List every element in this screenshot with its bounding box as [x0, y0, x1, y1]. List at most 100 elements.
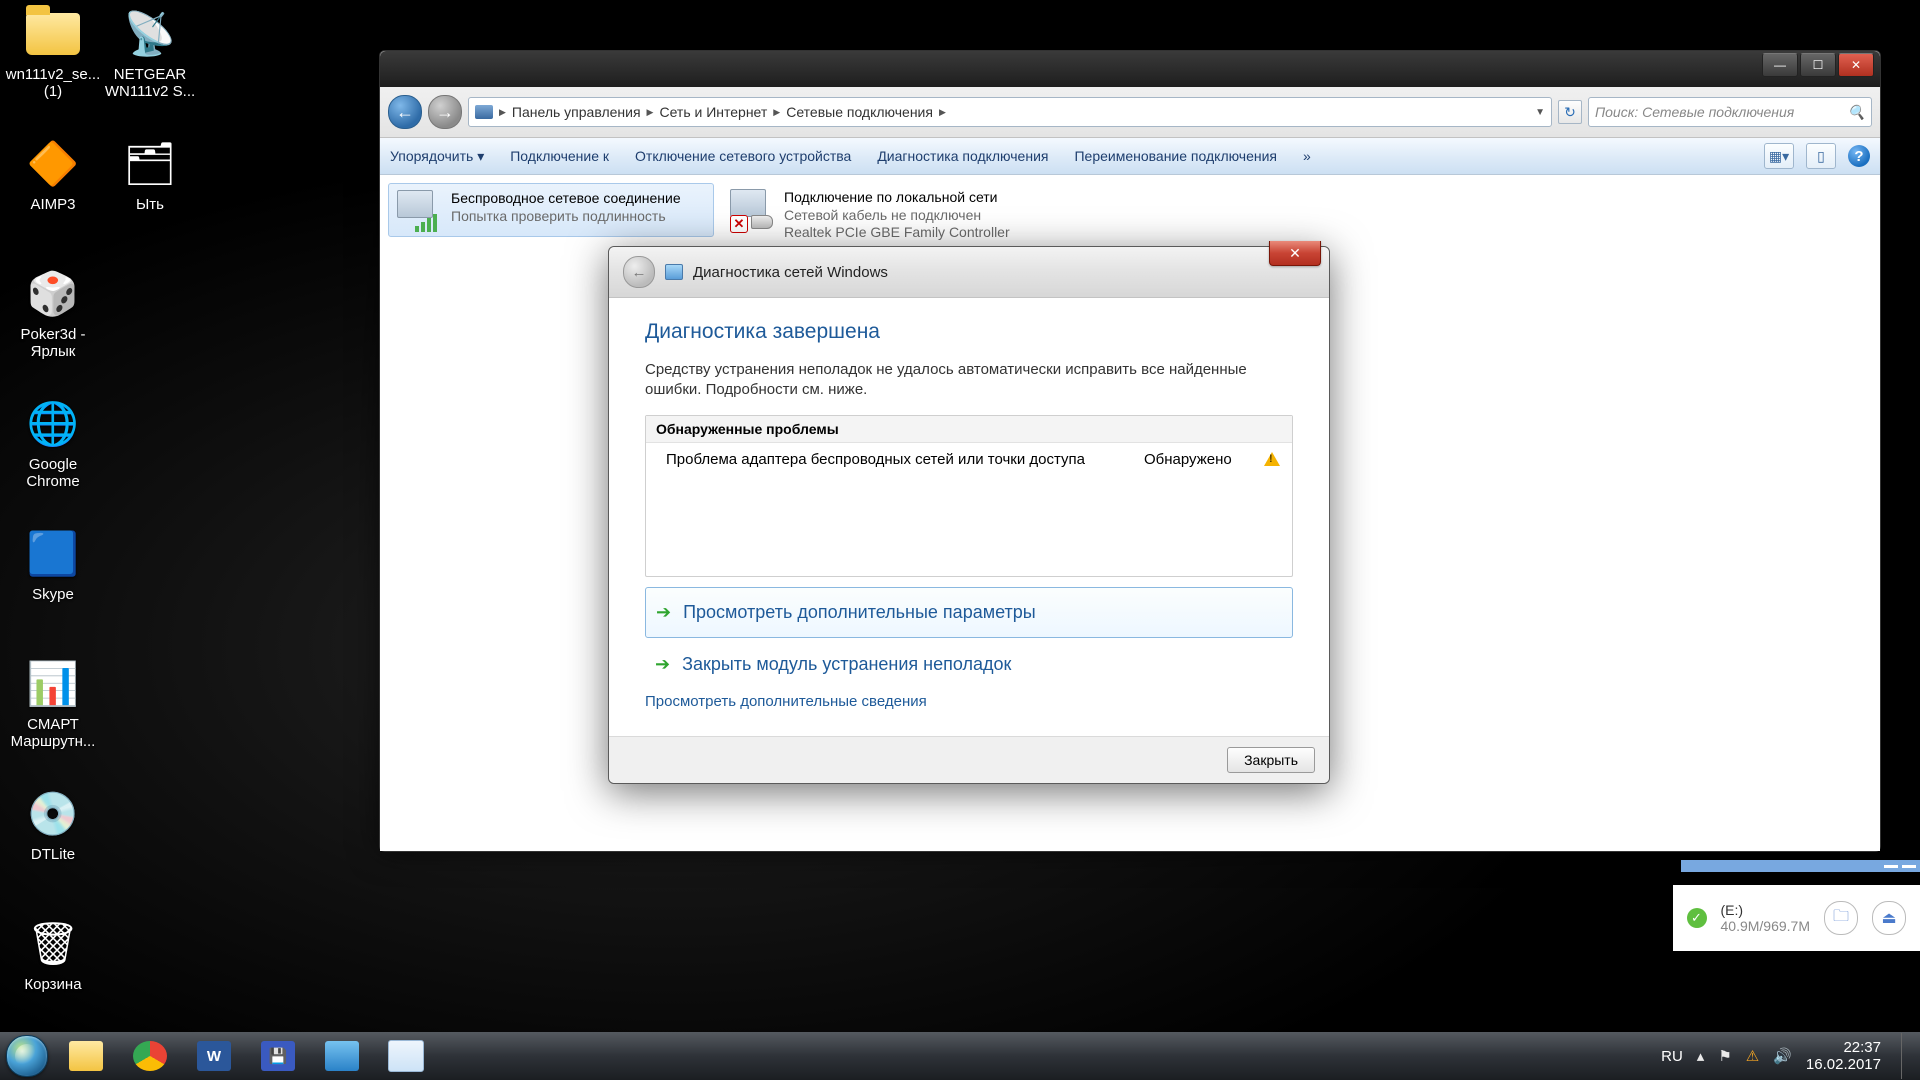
- chevron-right-icon[interactable]: ▶: [645, 107, 656, 118]
- desktop-icon[interactable]: 🔶 AIMP3: [5, 136, 101, 213]
- desktop-icon[interactable]: 🗑Корзина: [5, 916, 101, 993]
- taskbar-network-connections[interactable]: [374, 1032, 438, 1080]
- breadcrumb-item[interactable]: Панель управления: [512, 104, 641, 120]
- problem-text: Проблема адаптера беспроводных сетей или…: [666, 451, 1124, 468]
- eject-button[interactable]: ⏏: [1872, 901, 1906, 935]
- system-tray: RU ▴ ⚑ ⚠ 🔊 22:37 16.02.2017: [1661, 1033, 1920, 1079]
- network-icon[interactable]: ⚠: [1746, 1047, 1759, 1065]
- flag-icon[interactable]: ⚑: [1718, 1047, 1731, 1065]
- dialog-footer: Закрыть: [609, 736, 1329, 783]
- language-indicator[interactable]: RU: [1661, 1048, 1683, 1065]
- chevron-right-icon[interactable]: ▶: [497, 107, 508, 118]
- desktop-icon-label: DTLite: [5, 846, 101, 863]
- wifi-adapter-icon: [397, 190, 441, 230]
- desktop-icon[interactable]: 📊СМАРТ Маршрутн...: [5, 656, 101, 751]
- download-widget-titlebar[interactable]: [1681, 860, 1920, 872]
- help-button[interactable]: ?: [1848, 145, 1870, 167]
- tray-overflow-icon[interactable]: ▴: [1697, 1047, 1705, 1065]
- chevron-right-icon[interactable]: ▶: [771, 107, 782, 118]
- close-button[interactable]: ✕: [1838, 53, 1874, 77]
- refresh-button[interactable]: ↻: [1558, 100, 1582, 124]
- close-button[interactable]: Закрыть: [1227, 747, 1315, 773]
- desktop-icon[interactable]: 🌐Google Chrome: [5, 396, 101, 491]
- view-mode-button[interactable]: ▦▾: [1764, 143, 1794, 169]
- view-more-options-link[interactable]: ➔ Просмотреть дополнительные параметры: [645, 587, 1293, 638]
- minimize-button[interactable]: —: [1762, 53, 1798, 77]
- address-dropdown-icon[interactable]: ▼: [1535, 107, 1545, 118]
- network-adapter-item[interactable]: ✕Подключение по локальной сетиСетевой ка…: [722, 183, 1046, 248]
- app-icon: 🟦: [25, 526, 81, 582]
- disable-device-button[interactable]: Отключение сетевого устройства: [635, 148, 851, 164]
- warning-icon: [1264, 452, 1280, 466]
- volume-icon[interactable]: 🔊: [1773, 1047, 1792, 1065]
- desktop-icon[interactable]: wn111v2_se... (1): [5, 6, 101, 101]
- dialog-heading: Диагностика завершена: [645, 320, 1293, 344]
- adapter-driver: Realtek PCIe GBE Family Controller: [784, 224, 1010, 242]
- taskbar-app[interactable]: [310, 1032, 374, 1080]
- desktop-icon[interactable]: 🗂Ыть: [102, 136, 198, 213]
- taskbar-save[interactable]: 💾: [246, 1032, 310, 1080]
- taskbar-explorer[interactable]: [54, 1032, 118, 1080]
- download-progress: 40.9M/969.7M: [1721, 918, 1811, 934]
- app-icon: 🔶: [25, 136, 81, 192]
- desktop-icon[interactable]: 💿 DTLite: [5, 786, 101, 863]
- diagnostics-dialog: ← Диагностика сетей Windows ✕ Диагностик…: [608, 246, 1330, 784]
- desktop-icon-label: Poker3d - Ярлык: [5, 326, 101, 361]
- rename-button[interactable]: Переименование подключения: [1074, 148, 1277, 164]
- problem-row[interactable]: Проблема адаптера беспроводных сетей или…: [646, 443, 1292, 476]
- arrow-right-icon: ➔: [655, 654, 670, 675]
- diskette-icon: 💾: [261, 1041, 295, 1071]
- taskbar: W 💾 RU ▴ ⚑ ⚠ 🔊 22:37 16.02.2017: [0, 1032, 1920, 1080]
- problems-header: Обнаруженные проблемы: [646, 416, 1292, 443]
- toolbar-overflow-button[interactable]: »: [1303, 148, 1311, 164]
- view-details-link[interactable]: Просмотреть дополнительные сведения: [645, 689, 1293, 728]
- problems-box: Обнаруженные проблемы Проблема адаптера …: [645, 415, 1293, 577]
- network-adapter-item[interactable]: Беспроводное сетевое соединениеПопытка п…: [388, 183, 714, 237]
- explorer-titlebar[interactable]: — ☐ ✕: [380, 51, 1880, 87]
- address-bar[interactable]: ▶ Панель управления ▶ Сеть и Интернет ▶ …: [468, 97, 1552, 127]
- breadcrumb-item[interactable]: Сеть и Интернет: [659, 104, 767, 120]
- taskbar-word[interactable]: W: [182, 1032, 246, 1080]
- app-icon: 📡: [122, 6, 178, 62]
- organize-button[interactable]: Упорядочить ▾: [390, 148, 484, 165]
- desktop-icon[interactable]: 🟦Skype: [5, 526, 101, 603]
- connect-to-button[interactable]: Подключение к: [510, 148, 609, 164]
- back-button[interactable]: ←: [388, 95, 422, 129]
- preview-pane-button[interactable]: ▯: [1806, 143, 1836, 169]
- adapter-title: Беспроводное сетевое соединение: [451, 190, 681, 208]
- app-icon: 💿: [25, 786, 81, 842]
- download-info: (E:) 40.9M/969.7M: [1721, 902, 1811, 934]
- option-label: Просмотреть дополнительные параметры: [683, 602, 1036, 623]
- network-window-icon: [388, 1040, 424, 1072]
- dialog-title: Диагностика сетей Windows: [693, 264, 888, 281]
- search-input[interactable]: Поиск: Сетевые подключения 🔍: [1588, 97, 1872, 127]
- adapter-driver: Попытка проверить подлинность: [451, 208, 681, 226]
- desktop-icon-label: Google Chrome: [5, 456, 101, 491]
- dialog-close-button[interactable]: ✕: [1269, 241, 1321, 266]
- maximize-button[interactable]: ☐: [1800, 53, 1836, 77]
- search-placeholder: Поиск: Сетевые подключения: [1595, 104, 1794, 120]
- option-label: Закрыть модуль устранения неполадок: [682, 654, 1011, 675]
- app-icon: [325, 1041, 359, 1071]
- app-icon: 🎲: [25, 266, 81, 322]
- taskbar-pinned: W 💾: [54, 1032, 438, 1080]
- forward-button[interactable]: →: [428, 95, 462, 129]
- search-icon: 🔍: [1848, 104, 1865, 121]
- start-button[interactable]: [0, 1032, 54, 1080]
- control-panel-icon: [475, 105, 493, 119]
- desktop-icon-label: AIMP3: [5, 196, 101, 213]
- diagnose-button[interactable]: Диагностика подключения: [877, 148, 1048, 164]
- desktop-icon-label: NETGEAR WN111v2 S...: [102, 66, 198, 101]
- close-troubleshooter-link[interactable]: ➔ Закрыть модуль устранения неполадок: [645, 640, 1293, 689]
- dialog-header[interactable]: ← Диагностика сетей Windows ✕: [609, 247, 1329, 298]
- tray-clock[interactable]: 22:37 16.02.2017: [1806, 1039, 1881, 1074]
- desktop-icon[interactable]: 📡 NETGEAR WN111v2 S...: [102, 6, 198, 101]
- desktop-icon[interactable]: 🎲 Poker3d - Ярлык: [5, 266, 101, 361]
- open-folder-button[interactable]: 🗀: [1824, 901, 1858, 935]
- tray-date: 16.02.2017: [1806, 1056, 1881, 1073]
- breadcrumb-item[interactable]: Сетевые подключения: [786, 104, 933, 120]
- chevron-right-icon[interactable]: ▶: [937, 107, 948, 118]
- show-desktop-button[interactable]: [1901, 1033, 1912, 1079]
- taskbar-chrome[interactable]: [118, 1032, 182, 1080]
- windows-orb-icon: [6, 1035, 48, 1077]
